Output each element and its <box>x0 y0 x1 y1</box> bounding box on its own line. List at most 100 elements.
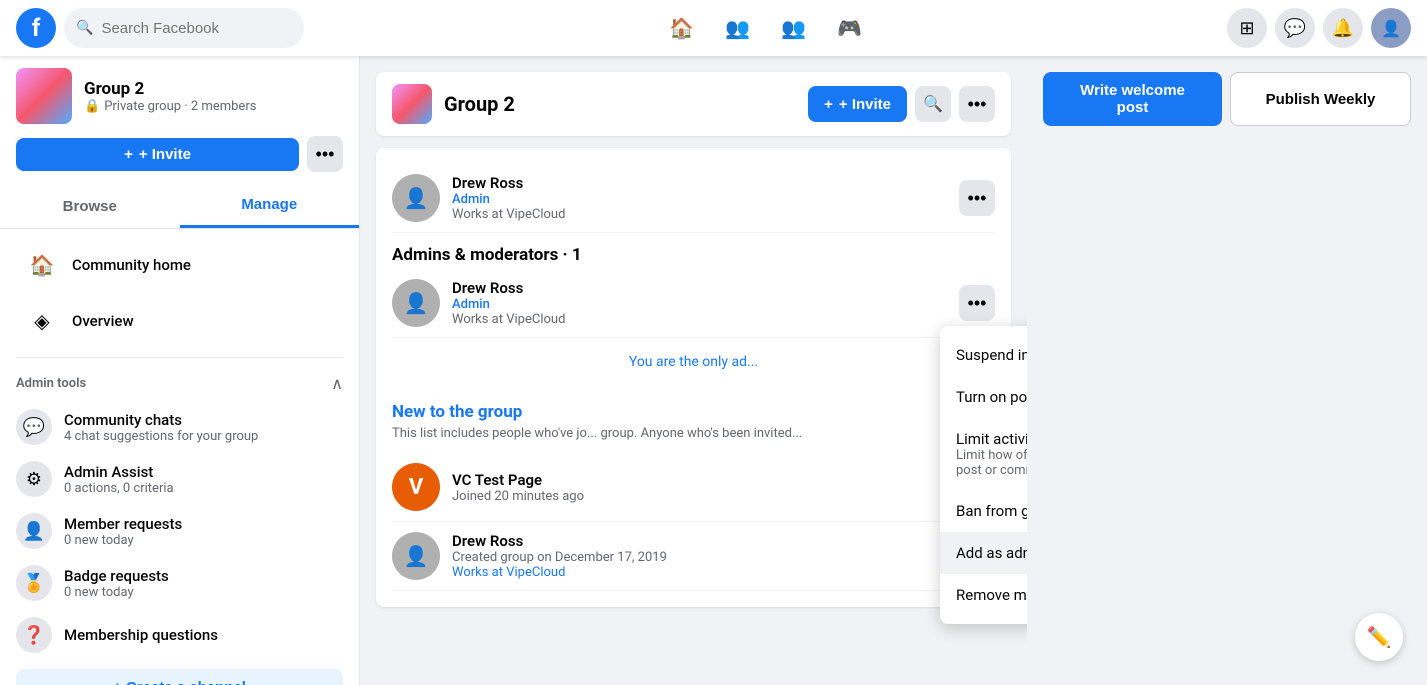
new-to-group-section: New to the group This list includes peop… <box>392 402 995 591</box>
badge-requests-icon: 🏅 <box>16 565 52 601</box>
plus-icon: + <box>124 146 133 163</box>
topnav-center: 🏠 👥 👥 🎮 <box>304 4 1227 52</box>
bell-icon-btn[interactable]: 🔔 <box>1323 8 1363 48</box>
publish-weekly-button[interactable]: Publish Weekly <box>1230 72 1411 126</box>
topnav: f 🔍 🏠 👥 👥 🎮 ⊞ 💬 🔔 👤 <box>0 0 1427 56</box>
member-requests-text: Member requests 0 new today <box>64 515 182 548</box>
messenger-icon-btn[interactable]: 💬 <box>1275 8 1315 48</box>
admin-tools-header: Admin tools ∧ <box>0 366 359 401</box>
member-avatar-drew-top: 👤 <box>392 174 440 222</box>
new-to-group-desc: This list includes people who've jo... g… <box>392 426 995 441</box>
gaming-nav-icon[interactable]: 🎮 <box>826 4 874 52</box>
sidebar-item-label: Community home <box>72 256 191 274</box>
lock-icon: 🔒 <box>84 99 100 114</box>
sidebar-more-button[interactable]: ••• <box>307 136 343 172</box>
drew-new-sub: Created group on December 17, 2019 <box>452 550 947 565</box>
admin-member-info: Drew Ross Admin Works at VipeCloud <box>452 279 947 327</box>
facebook-logo[interactable]: f <box>16 8 56 48</box>
tab-browse[interactable]: Browse <box>0 184 180 228</box>
admin-member-more-button[interactable]: ••• <box>959 285 995 321</box>
groups-nav-icon[interactable]: 👥 <box>770 4 818 52</box>
sidebar-item-label: Overview <box>72 312 134 330</box>
member-more-button-top[interactable]: ••• <box>959 180 995 216</box>
sidebar-item-member-requests[interactable]: 👤 Member requests 0 new today <box>0 505 359 557</box>
browse-manage-tabs: Browse Manage <box>0 184 359 229</box>
chevron-up-icon[interactable]: ∧ <box>331 374 343 393</box>
context-menu-item-remove-member[interactable]: Remove member <box>940 574 1027 616</box>
membership-questions-icon: ❓ <box>16 617 52 653</box>
context-menu: Suspend in group Turn on post approval L… <box>940 326 1027 624</box>
sidebar-invite-button[interactable]: + + Invite <box>16 138 299 171</box>
group-header: Group 2 🔒 Private group · 2 members <box>0 56 359 136</box>
drew-new-sub2: Works at VipeCloud <box>452 565 947 580</box>
context-menu-item-suspend[interactable]: Suspend in group <box>940 334 1027 376</box>
member-badge: Admin <box>452 192 947 207</box>
vc-test-page-row: V VC Test Page Joined 20 minutes ago ••• <box>392 453 995 522</box>
plus-icon: + <box>824 96 833 113</box>
group-top-avatar <box>392 84 432 124</box>
admin-member-row: 👤 Drew Ross Admin Works at VipeCloud ••• <box>392 269 995 338</box>
user-avatar[interactable]: 👤 <box>1371 8 1411 48</box>
home-icon: 🏠 <box>24 247 60 283</box>
drew-new-row: 👤 Drew Ross Created group on December 17… <box>392 522 995 591</box>
community-chats-icon: 💬 <box>16 409 52 445</box>
vc-avatar: V <box>392 463 440 511</box>
group-name: Group 2 <box>84 79 256 99</box>
context-menu-item-add-admin[interactable]: Add as admin <box>940 532 1027 574</box>
grid-icon-btn[interactable]: ⊞ <box>1227 8 1267 48</box>
members-panel: 👤 Drew Ross Admin Works at VipeCloud •••… <box>376 148 1011 607</box>
topnav-right: ⊞ 💬 🔔 👤 <box>1227 8 1411 48</box>
write-welcome-button[interactable]: Write welcome post <box>1043 72 1222 126</box>
page-layout: Group 2 🔒 Private group · 2 members + + … <box>0 56 1427 685</box>
context-menu-item-post-approval[interactable]: Turn on post approval <box>940 376 1027 418</box>
tab-manage[interactable]: Manage <box>180 184 360 228</box>
context-menu-item-ban[interactable]: Ban from group <box>940 490 1027 532</box>
home-nav-icon[interactable]: 🏠 <box>658 4 706 52</box>
group-avatar <box>16 68 72 124</box>
sidebar-divider <box>16 357 343 358</box>
invite-row: + + Invite ••• <box>0 136 359 184</box>
drew-new-info: Drew Ross Created group on December 17, … <box>452 532 947 580</box>
friends-nav-icon[interactable]: 👥 <box>714 4 762 52</box>
sidebar-item-community-chats[interactable]: 💬 Community chats 4 chat suggestions for… <box>0 401 359 453</box>
new-to-group-title[interactable]: New to the group <box>392 402 995 422</box>
sidebar-item-community-home[interactable]: 🏠 Community home <box>8 237 351 293</box>
action-buttons: Write welcome post Publish Weekly <box>1043 72 1411 126</box>
edit-fab-button[interactable]: ✏️ <box>1355 613 1403 661</box>
member-info: Drew Ross Admin Works at VipeCloud <box>452 174 947 222</box>
sidebar-item-badge-requests[interactable]: 🏅 Badge requests 0 new today <box>0 557 359 609</box>
member-avatar-drew-admin: 👤 <box>392 279 440 327</box>
search-input[interactable] <box>101 20 292 37</box>
sidebar-item-overview[interactable]: ◈ Overview <box>8 293 351 349</box>
overview-icon: ◈ <box>24 303 60 339</box>
invite-top-button[interactable]: + + Invite <box>808 86 907 122</box>
admin-member-name: Drew Ross <box>452 279 947 297</box>
drew-new-name: Drew Ross <box>452 532 947 550</box>
sidebar-item-membership-questions[interactable]: ❓ Membership questions <box>0 609 359 661</box>
context-menu-item-limit-activity[interactable]: Limit activity Limit how often this memb… <box>940 418 1027 490</box>
sidebar-item-admin-assist[interactable]: ⚙ Admin Assist 0 actions, 0 criteria <box>0 453 359 505</box>
group-top-name: Group 2 <box>444 92 796 116</box>
member-row: 👤 Drew Ross Admin Works at VipeCloud ••• <box>392 164 995 233</box>
top-bar-actions: + + Invite 🔍 ••• <box>808 86 995 122</box>
vc-member-name: VC Test Page <box>452 471 947 489</box>
group-meta: 🔒 Private group · 2 members <box>84 99 256 114</box>
sidebar-nav: 🏠 Community home ◈ Overview Admin tools … <box>0 229 359 685</box>
admin-member-badge: Admin <box>452 297 947 312</box>
membership-questions-text: Membership questions <box>64 626 218 644</box>
only-admin-text: You are the only ad... <box>392 338 995 386</box>
search-bar[interactable]: 🔍 <box>64 8 304 48</box>
admin-assist-icon: ⚙ <box>16 461 52 497</box>
left-sidebar: Group 2 🔒 Private group · 2 members + + … <box>0 56 360 685</box>
member-name: Drew Ross <box>452 174 947 192</box>
more-top-button[interactable]: ••• <box>959 86 995 122</box>
admin-tools-label: Admin tools <box>16 376 86 391</box>
admins-section-header: Admins & moderators · 1 <box>392 233 995 269</box>
vc-member-info: VC Test Page Joined 20 minutes ago <box>452 471 947 504</box>
right-sidebar: Write welcome post Publish Weekly <box>1027 56 1427 685</box>
create-channel-button[interactable]: + Create a channel <box>16 669 343 685</box>
community-chats-text: Community chats 4 chat suggestions for y… <box>64 411 258 444</box>
search-top-button[interactable]: 🔍 <box>915 86 951 122</box>
group-top-bar: Group 2 + + Invite 🔍 ••• <box>376 72 1011 136</box>
main-content: Group 2 + + Invite 🔍 ••• 👤 Drew Ross Adm… <box>360 56 1027 685</box>
